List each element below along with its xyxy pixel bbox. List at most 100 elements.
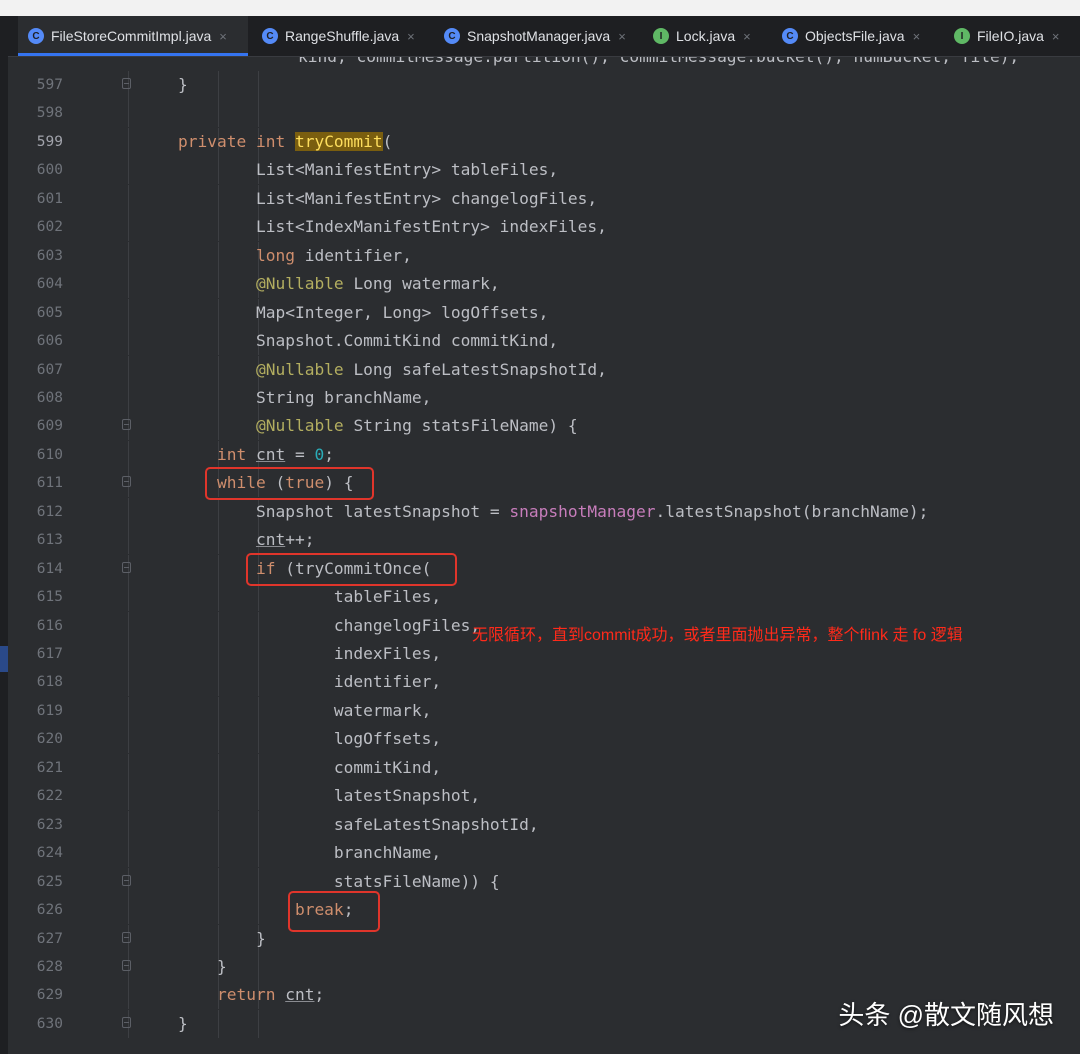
code-token: tryCommit (294, 131, 383, 151)
line-number: 608 (36, 389, 63, 406)
code-token: snapshotManager (509, 501, 656, 521)
close-icon[interactable]: × (219, 29, 227, 44)
tab-fileio[interactable]: I FileIO.java × (944, 16, 1074, 56)
line-number: 615 (36, 589, 63, 606)
code-token: identifier, (304, 245, 412, 265)
indent-guide (128, 127, 129, 156)
close-icon[interactable]: × (743, 29, 751, 44)
close-icon[interactable]: × (1052, 29, 1060, 44)
line-number: 621 (36, 759, 63, 776)
code-line: 603 long identifier, (8, 241, 1080, 270)
line-number: 618 (36, 674, 63, 691)
code-text: watermark, (178, 697, 431, 725)
code-text: commitKind, (178, 754, 441, 782)
indent-guide (128, 611, 129, 640)
tab-filestorecommitimpl[interactable]: C FileStoreCommitImpl.java × (18, 16, 248, 56)
code-editor[interactable]: kind, commitMessage.partition(), commitM… (8, 57, 1080, 1054)
indent-guide (258, 71, 259, 99)
line-number: 612 (36, 503, 63, 520)
indent-guide (128, 753, 129, 782)
line-number: 624 (36, 845, 63, 862)
line-number: 617 (36, 646, 63, 662)
code-token: Long safeLatestSnapshotId, (353, 359, 607, 379)
fold-toggle-icon[interactable] (122, 959, 131, 971)
code-token: watermark, (178, 700, 432, 720)
code-line: 622 latestSnapshot, (8, 782, 1080, 811)
code-line: 605 Map<Integer, Long> logOffsets, (8, 298, 1080, 327)
indent-guide (128, 355, 129, 384)
class-icon: C (28, 28, 44, 44)
fold-toggle-icon[interactable] (122, 78, 131, 89)
code-text: latestSnapshot, (178, 782, 480, 810)
code-token: ; (314, 985, 325, 1005)
tab-label: SnapshotManager.java (467, 28, 611, 44)
fold-toggle-icon[interactable] (122, 476, 131, 488)
indent-guide (128, 99, 129, 128)
left-edge-bar (0, 16, 8, 1054)
code-text: @Nullable Long watermark, (178, 270, 500, 298)
code-text: Snapshot.CommitKind commitKind, (178, 327, 558, 355)
while-loop-highlight-box (205, 467, 374, 500)
tab-lock[interactable]: I Lock.java × (643, 16, 768, 56)
code-line: 597} (8, 71, 1080, 99)
indent-guide (218, 1009, 219, 1038)
code-token: indexFiles, (178, 644, 442, 663)
code-line: 623 safeLatestSnapshotId, (8, 810, 1080, 839)
code-token: statsFileName)) { (178, 871, 500, 891)
code-token: } (178, 1013, 188, 1033)
line-number: 610 (36, 446, 63, 463)
code-token: return (178, 985, 286, 1005)
close-icon[interactable]: × (407, 29, 415, 44)
line-number: 619 (36, 702, 63, 719)
indent-guide (128, 583, 129, 612)
code-token: @Nullable (178, 416, 354, 436)
breadcrumb-strip (0, 0, 1080, 16)
indent-guide (258, 99, 259, 128)
fold-toggle-icon[interactable] (122, 1016, 131, 1028)
if-trycommitonce-highlight-box (246, 553, 457, 586)
code-token: Map<Integer, Long> logOffsets, (178, 302, 549, 322)
code-line: 607 @Nullable Long safeLatestSnapshotId, (8, 355, 1080, 384)
code-text: tableFiles, (178, 583, 441, 611)
line-number: 601 (36, 190, 63, 207)
tab-label: ObjectsFile.java (805, 28, 905, 44)
close-icon[interactable]: × (913, 29, 921, 44)
indent-guide (128, 696, 129, 725)
interface-icon: I (954, 28, 970, 44)
code-token: identifier, (178, 672, 442, 692)
watermark: 头条 @散文随风想 (838, 1000, 1054, 1030)
line-number: 609 (36, 418, 63, 435)
code-line: 604 @Nullable Long watermark, (8, 270, 1080, 299)
code-line: 618 identifier, (8, 668, 1080, 697)
line-number: 629 (36, 987, 63, 1004)
fold-toggle-icon[interactable] (122, 874, 131, 886)
tab-rangeshuffle[interactable]: C RangeShuffle.java × (252, 16, 428, 56)
code-line: 613 cnt++; (8, 526, 1080, 555)
indent-guide (218, 99, 219, 128)
tab-objectsfile[interactable]: C ObjectsFile.java × (772, 16, 940, 56)
class-icon: C (444, 28, 460, 44)
fold-toggle-icon[interactable] (122, 561, 131, 573)
code-line: 625 statsFileName)) { (8, 867, 1080, 896)
fold-toggle-icon[interactable] (122, 419, 131, 431)
annotation-note: 无限循环，直到commit成功，或者里面抛出异常，整个flink 走 fo 逻辑 (472, 627, 963, 644)
tab-snapshotmanager[interactable]: C SnapshotManager.java × (434, 16, 639, 56)
code-line: 614 if (tryCommitOnce( (8, 554, 1080, 583)
fold-toggle-icon[interactable] (122, 931, 131, 943)
line-number: 605 (36, 304, 63, 321)
line-number: 604 (36, 276, 63, 293)
code-line: 598 (8, 99, 1080, 128)
code-line: 601 List<ManifestEntry> changelogFiles, (8, 184, 1080, 213)
indent-guide (128, 725, 129, 754)
line-number: 599 (36, 133, 63, 150)
line-number: 622 (36, 788, 63, 805)
line-number: 625 (36, 873, 63, 890)
code-token: changelogFiles, (178, 615, 481, 635)
indent-guide (128, 896, 129, 925)
code-token: cnt (255, 530, 286, 550)
close-icon[interactable]: × (618, 29, 626, 44)
code-token: private (178, 131, 256, 151)
break-highlight-box (288, 891, 380, 932)
interface-icon: I (653, 28, 669, 44)
code-text: @Nullable String statsFileName) { (178, 412, 578, 440)
